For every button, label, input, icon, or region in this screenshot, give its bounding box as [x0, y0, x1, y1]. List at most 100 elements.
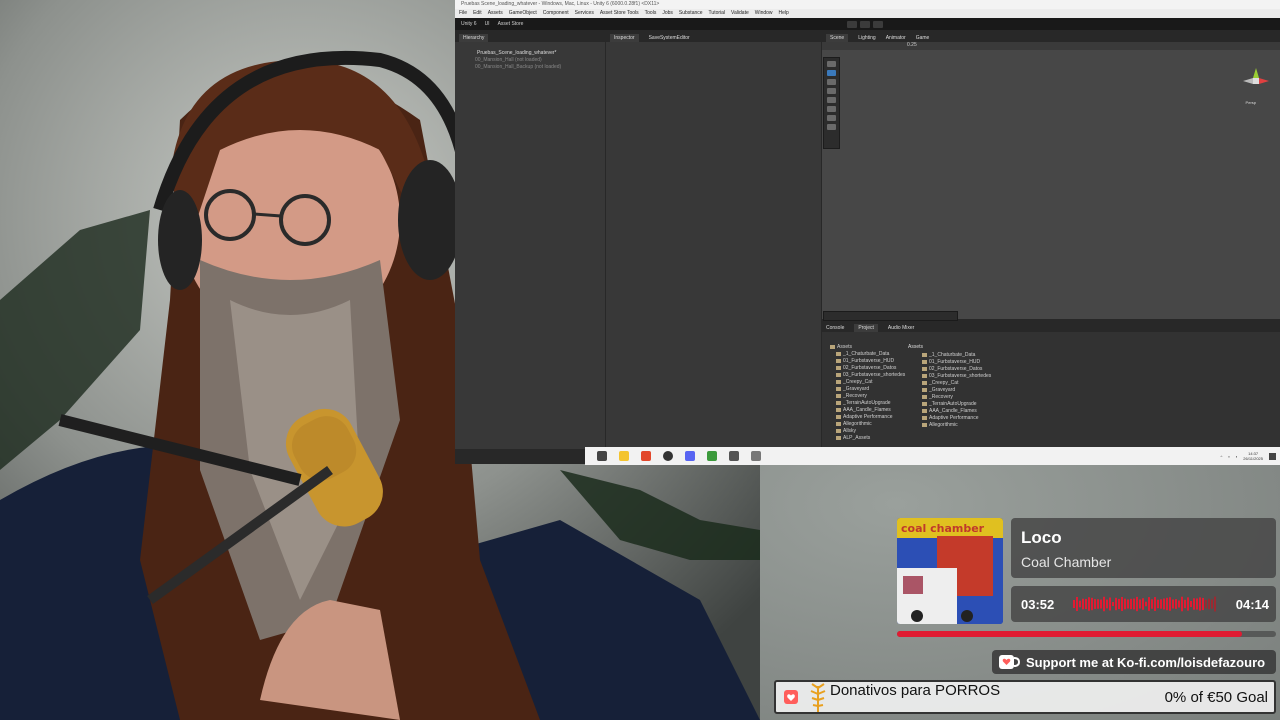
- waveform-bar: [1172, 599, 1174, 609]
- clock[interactable]: 14:37 26/11/2025: [1243, 451, 1263, 461]
- tree-folder[interactable]: _Recovery: [822, 393, 912, 400]
- scale-tool-icon[interactable]: [827, 88, 836, 94]
- tree-folder[interactable]: 02_Furbstaverse_Datos: [822, 365, 912, 372]
- tree-folder[interactable]: _Graveyard: [822, 386, 912, 393]
- menu-edit[interactable]: Edit: [473, 9, 482, 18]
- menu-tools[interactable]: Tools: [645, 9, 657, 18]
- waveform-bar: [1193, 598, 1195, 610]
- menu-jobs[interactable]: Jobs: [662, 9, 673, 18]
- asset-folder[interactable]: 01_Furbstaverse_HUD: [914, 359, 1064, 366]
- file-explorer-icon[interactable]: [619, 451, 629, 461]
- tree-folder[interactable]: _1_Chaturbate_Data: [822, 351, 912, 358]
- menu-help[interactable]: Help: [779, 9, 789, 18]
- asset-folder[interactable]: 02_Furbstaverse_Datos: [914, 366, 1064, 373]
- menu-file[interactable]: File: [459, 9, 467, 18]
- track-progress-bar[interactable]: [897, 631, 1276, 637]
- tree-folder[interactable]: _TerrainAutoUpgrade: [822, 400, 912, 407]
- asset-folder[interactable]: _Graveyard: [914, 387, 1064, 394]
- waveform-bar: [1184, 599, 1186, 609]
- menu-assets[interactable]: Assets: [488, 9, 503, 18]
- tree-folder[interactable]: 03_Furbstaverse_shortedes: [822, 372, 912, 379]
- menu-window[interactable]: Window: [755, 9, 773, 18]
- orientation-gizmo-icon[interactable]: [1241, 66, 1271, 96]
- asset-folder[interactable]: Adaptive Performance: [914, 415, 1064, 422]
- menu-asset-store-tools[interactable]: Asset Store Tools: [600, 9, 639, 18]
- menu-substance[interactable]: Substance: [679, 9, 703, 18]
- misc-tool-icon[interactable]: [827, 124, 836, 130]
- scene-view[interactable]: Scene Lighting Animator Game 0.25 Persp: [822, 34, 1280, 319]
- waveform-bar: [1181, 596, 1183, 612]
- menu-component[interactable]: Component: [543, 9, 569, 18]
- menu-tutorial[interactable]: Tutorial: [709, 9, 726, 18]
- waveform-bar: [1118, 598, 1120, 610]
- tab-lighting[interactable]: Lighting: [858, 34, 876, 42]
- hierarchy-row[interactable]: 00_Mansion_Hall_Backup (not loaded): [455, 64, 605, 71]
- play-button[interactable]: [847, 21, 857, 28]
- settings-icon[interactable]: [751, 451, 761, 461]
- brave-browser-icon[interactable]: [641, 451, 651, 461]
- menu-services[interactable]: Services: [575, 9, 594, 18]
- tab-hierarchy[interactable]: Hierarchy: [459, 34, 489, 42]
- hierarchy-row[interactable]: 00_Mansion_Hall (not loaded): [455, 57, 605, 64]
- tab-savesystemeditor[interactable]: SaveSystemEditor: [649, 34, 690, 42]
- asset-folder[interactable]: _TerrainAutoUpgrade: [914, 401, 1064, 408]
- obs-icon[interactable]: [663, 451, 673, 461]
- account-button[interactable]: Unity 6: [461, 21, 477, 27]
- view-tool-icon[interactable]: [827, 61, 836, 67]
- asset-folder[interactable]: AAA_Candle_Flames: [914, 408, 1064, 415]
- tab-inspector[interactable]: Inspector: [610, 34, 639, 42]
- waveform-bar: [1169, 597, 1171, 611]
- waveform-bar: [1100, 599, 1102, 609]
- rect-tool-icon[interactable]: [827, 97, 836, 103]
- hierarchy-scene-row[interactable]: Pruebas_Scene_loading_whatever*: [455, 50, 605, 57]
- custom-tool-icon[interactable]: [827, 115, 836, 121]
- tree-folder[interactable]: ALP_Assets: [822, 435, 912, 442]
- discord-icon[interactable]: [685, 451, 695, 461]
- notepad-icon[interactable]: [707, 451, 717, 461]
- network-icon[interactable]: ▪: [1228, 454, 1229, 459]
- cloud-button[interactable]: UI: [485, 21, 490, 27]
- transform-tool-icon[interactable]: [827, 106, 836, 112]
- scene-overlay-toolbar[interactable]: [823, 311, 958, 321]
- unity-hub-icon[interactable]: [729, 451, 739, 461]
- rotate-tool-icon[interactable]: [827, 79, 836, 85]
- asset-store-button[interactable]: Asset Store: [498, 21, 524, 27]
- waveform-bar: [1157, 599, 1159, 609]
- notifications-icon[interactable]: [1269, 452, 1276, 460]
- menu-gameobject[interactable]: GameObject: [509, 9, 537, 18]
- track-progress-fill: [897, 631, 1242, 637]
- asset-folder[interactable]: _Recovery: [914, 394, 1064, 401]
- tab-project[interactable]: Project: [854, 324, 878, 332]
- asset-folder[interactable]: 03_Furbstaverse_shortedes: [914, 373, 1064, 380]
- kofi-banner[interactable]: Support me at Ko-fi.com/loisdefazouro: [992, 650, 1276, 674]
- menu-validate[interactable]: Validate: [731, 9, 749, 18]
- waveform-bar: [1148, 597, 1150, 611]
- step-button[interactable]: [873, 21, 883, 28]
- taskview-icon[interactable]: [597, 451, 607, 461]
- asset-folder[interactable]: Allegorithmic: [914, 422, 1064, 429]
- tree-folder[interactable]: Allsky: [822, 428, 912, 435]
- waveform-bar: [1073, 600, 1075, 608]
- waveform-bar: [1130, 598, 1132, 610]
- unity-editor-window: Pruebas Scene_loading_whatever - Windows…: [455, 0, 1280, 464]
- tree-folder[interactable]: _Creepy_Cat: [822, 379, 912, 386]
- volume-icon[interactable]: ▪: [1236, 454, 1237, 459]
- chevron-up-icon[interactable]: ^: [1221, 454, 1223, 459]
- tab-scene[interactable]: Scene: [826, 34, 849, 42]
- asset-folder[interactable]: _Creepy_Cat: [914, 380, 1064, 387]
- tab-console[interactable]: Console: [826, 324, 844, 332]
- tab-game[interactable]: Game: [916, 34, 930, 42]
- tree-folder[interactable]: Allegorithmic: [822, 421, 912, 428]
- tree-folder[interactable]: AAA_Candle_Flames: [822, 407, 912, 414]
- pause-button[interactable]: [860, 21, 870, 28]
- move-tool-icon[interactable]: [827, 70, 836, 76]
- assets-root[interactable]: Assets: [822, 344, 912, 351]
- tab-audio-mixer[interactable]: Audio Mixer: [888, 324, 914, 332]
- asset-folder[interactable]: _1_Chaturbate_Data: [914, 352, 1064, 359]
- tab-animator[interactable]: Animator: [886, 34, 906, 42]
- tree-folder[interactable]: Adaptive Performance: [822, 414, 912, 421]
- stream-scene: Pruebas Scene_loading_whatever - Windows…: [0, 0, 1280, 720]
- assets-breadcrumb[interactable]: Assets: [908, 344, 1028, 350]
- tree-folder[interactable]: 01_Furbstaverse_HUD: [822, 358, 912, 365]
- audio-waveform: [1073, 596, 1216, 612]
